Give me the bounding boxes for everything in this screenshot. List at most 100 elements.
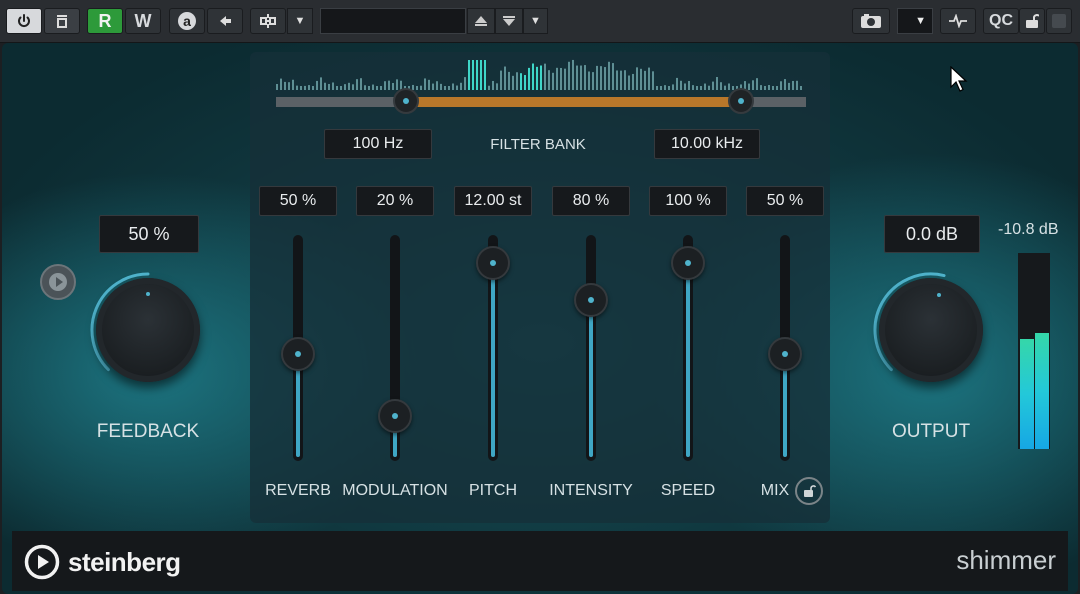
spectrum-bar: [280, 78, 282, 90]
waveform-icon: [949, 14, 967, 28]
chevron-down-icon: ▼: [530, 15, 541, 27]
spectrum-bar: [392, 83, 394, 90]
spectrum-bar: [604, 67, 606, 90]
plugin-toolbar: R W a ▼ ▼ ▼ QC: [0, 0, 1080, 43]
sidechain-dropdown[interactable]: ▼: [287, 8, 313, 34]
power-button[interactable]: [6, 8, 42, 34]
spectrum-bar: [488, 85, 490, 90]
filter-high-handle[interactable]: [728, 88, 754, 114]
output-meter: [1018, 253, 1050, 449]
pitch-slider-thumb[interactable]: [476, 246, 510, 281]
activity-button[interactable]: [940, 8, 976, 34]
spectrum-bar: [516, 72, 518, 90]
mouse-cursor-icon: [950, 66, 968, 92]
spectrum-bar: [472, 60, 474, 90]
lock-button[interactable]: [1019, 8, 1045, 34]
product-name: shimmer: [956, 545, 1056, 575]
spectrum-bar: [384, 81, 386, 90]
reverb-value-box[interactable]: 50 %: [259, 186, 337, 216]
spectrum-bar: [708, 85, 710, 90]
filter-range-slider[interactable]: [276, 97, 806, 107]
bypass-button[interactable]: [44, 8, 80, 34]
preset-next-button[interactable]: [495, 8, 523, 34]
spectrum-bar: [380, 86, 382, 90]
intensity-slider-track[interactable]: [586, 235, 596, 461]
spectrum-bar: [800, 86, 802, 90]
spectrum-bar: [700, 86, 702, 90]
meter-readout: -10.8 dB: [998, 221, 1059, 238]
qc-button[interactable]: QC: [983, 8, 1019, 34]
filter-range-fill: [406, 97, 741, 107]
camera-icon: [861, 14, 881, 28]
spectrum-bar: [608, 61, 610, 90]
filter-high-value[interactable]: 10.00 kHz: [654, 129, 760, 159]
unlock-icon: [804, 485, 816, 497]
mix-lock-button[interactable]: [795, 477, 823, 505]
spectrum-bar: [548, 70, 550, 90]
spectrum-bar: [396, 79, 398, 90]
thumb-dot: [588, 297, 594, 304]
chevron-down-icon: ▼: [915, 15, 926, 27]
spectrum-bar: [556, 67, 558, 90]
output-knob[interactable]: [879, 278, 983, 382]
play-button[interactable]: [40, 264, 76, 300]
spectrum-bar: [756, 78, 758, 90]
spectrum-bar: [568, 61, 570, 90]
spectrum-bar: [432, 83, 434, 90]
plugin-footer: steinberg shimmer: [12, 531, 1068, 591]
spectrum-bar: [584, 65, 586, 90]
mix-slider-thumb[interactable]: [768, 337, 802, 371]
options-dropdown[interactable]: ▼: [897, 8, 933, 34]
speed-value-box[interactable]: 100 %: [649, 186, 727, 216]
snapshot-button[interactable]: [852, 8, 890, 34]
output-value-box[interactable]: 0.0 dB: [884, 215, 980, 253]
spectrum-bar: [532, 63, 534, 90]
preset-name-field[interactable]: [320, 8, 466, 34]
brand-name: steinberg: [68, 546, 181, 577]
spectrum-bar: [668, 86, 670, 90]
spectrum-bar: [764, 86, 766, 90]
unlock-icon: [1026, 14, 1039, 28]
preset-prev-button[interactable]: [467, 8, 495, 34]
spectrum-bar: [688, 80, 690, 90]
reverb-slider-thumb[interactable]: [281, 337, 315, 371]
spectrum-bar: [652, 71, 654, 90]
intensity-value-box[interactable]: 80 %: [552, 186, 630, 216]
spectrum-bar: [420, 85, 422, 90]
write-automation-button[interactable]: W: [125, 8, 161, 34]
feedback-knob[interactable]: [96, 278, 200, 382]
modulation-slider-thumb[interactable]: [378, 398, 412, 433]
read-automation-button[interactable]: R: [87, 8, 123, 34]
filter-low-value[interactable]: 100 Hz: [324, 129, 432, 159]
intensity-slider-thumb[interactable]: [574, 283, 608, 318]
auto-button[interactable]: a: [169, 8, 205, 34]
spectrum-bar: [440, 83, 442, 90]
sidechain-button[interactable]: [250, 8, 286, 34]
filter-low-handle[interactable]: [393, 88, 419, 114]
mix-value-box[interactable]: 50 %: [746, 186, 824, 216]
spectrum-bar: [760, 85, 762, 90]
thumb-dot: [490, 260, 496, 267]
spectrum-bar: [484, 60, 486, 90]
arrow-left-icon: [220, 16, 231, 26]
feedback-value-box[interactable]: 50 %: [99, 215, 199, 253]
output-label: OUTPUT: [891, 421, 971, 442]
spectrum-bar: [464, 77, 466, 90]
pitch-value-box[interactable]: 12.00 st: [454, 186, 532, 216]
window-toggle-button[interactable]: [1046, 8, 1072, 34]
preset-dropdown[interactable]: ▼: [523, 8, 548, 34]
spectrum-bar: [712, 81, 714, 90]
power-icon: [18, 14, 30, 27]
thumb-dot: [685, 260, 691, 267]
modulation-value-box[interactable]: 20 %: [356, 186, 434, 216]
spectrum-bar: [684, 83, 686, 90]
spectrum-bar: [452, 83, 454, 90]
previous-button[interactable]: [207, 8, 243, 34]
spectrum-bar: [796, 80, 798, 90]
spectrum-bar: [696, 86, 698, 90]
spectrum-bar: [716, 77, 718, 90]
speed-slider-thumb[interactable]: [671, 246, 705, 281]
spectrum-bar: [576, 65, 578, 90]
spectrum-bar: [292, 79, 294, 90]
chevron-down-icon: ▼: [294, 15, 306, 27]
